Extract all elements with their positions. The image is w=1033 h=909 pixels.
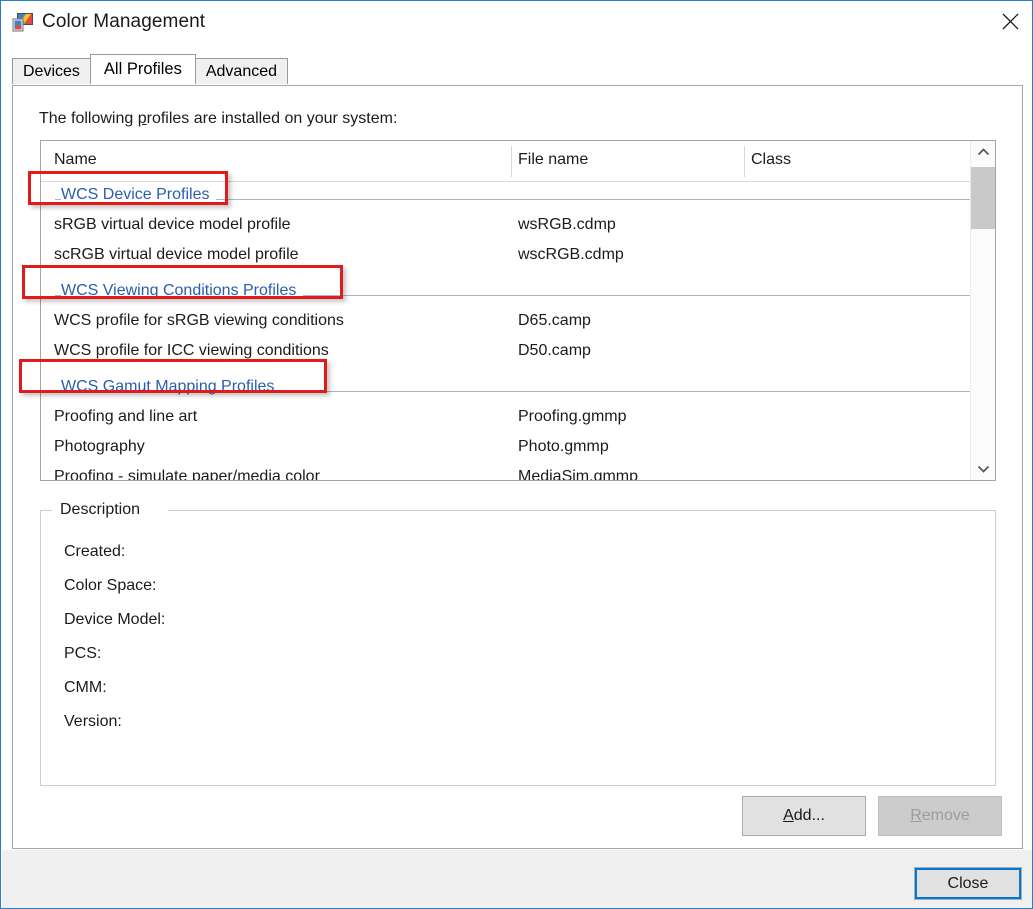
column-header-file-name[interactable]: File name (518, 151, 588, 169)
remove-button-label: Remove (910, 807, 970, 824)
group-label: WCS Device Profiles (61, 186, 217, 204)
tab-devices[interactable]: Devices (12, 58, 91, 84)
list-group-header[interactable]: WCS Viewing Conditions Profiles (41, 278, 995, 309)
color-management-window: Color Management Devices All Profiles Ad… (0, 0, 1033, 909)
cell-file-name: Proofing.gmmp (518, 408, 627, 425)
list-group-header[interactable]: WCS Device Profiles (41, 182, 995, 213)
scrollbar-thumb[interactable] (971, 167, 995, 229)
table-row[interactable]: Proofing and line art Proofing.gmmp (41, 405, 995, 435)
close-icon[interactable] (987, 2, 1032, 41)
cell-name: Proofing - simulate paper/media color (54, 468, 320, 480)
footer-bar: Close (2, 850, 1032, 908)
group-label: WCS Viewing Conditions Profiles (61, 282, 304, 300)
cell-file-name: MediaSim.gmmp (518, 468, 639, 480)
cell-file-name: D50.camp (518, 342, 591, 359)
description-border-segment (40, 510, 52, 511)
table-row[interactable]: scRGB virtual device model profile wscRG… (41, 243, 995, 273)
tab-advanced[interactable]: Advanced (194, 58, 289, 84)
cell-name: WCS profile for ICC viewing conditions (54, 342, 329, 359)
table-row[interactable]: sRGB virtual device model profile wsRGB.… (41, 213, 995, 243)
cell-file-name: D65.camp (518, 312, 591, 329)
chevron-down-icon[interactable] (971, 457, 995, 480)
cell-file-name: Photo.gmmp (518, 438, 609, 455)
cell-name: scRGB virtual device model profile (54, 246, 299, 263)
description-border-segment (168, 510, 996, 511)
window-title: Color Management (42, 11, 206, 32)
cell-name: Proofing and line art (54, 408, 198, 425)
table-row[interactable]: WCS profile for ICC viewing conditions D… (41, 339, 995, 369)
column-divider[interactable] (744, 146, 745, 177)
all-profiles-panel: The following profiles are installed on … (12, 85, 1023, 849)
description-field-device-model: Device Model: (64, 611, 166, 628)
color-management-icon (12, 11, 34, 33)
remove-button: Remove (878, 796, 1002, 836)
description-field-pcs: PCS: (64, 645, 102, 662)
list-body: WCS Device Profiles sRGB virtual device … (41, 182, 995, 480)
cell-name: WCS profile for sRGB viewing conditions (54, 312, 344, 329)
vertical-scrollbar[interactable] (970, 141, 995, 480)
description-field-color-space: Color Space: (64, 577, 157, 594)
list-group-header[interactable]: WCS Gamut Mapping Profiles (41, 374, 995, 405)
column-divider[interactable] (511, 146, 512, 177)
description-field-version: Version: (64, 713, 122, 730)
list-header: Name File name Class (41, 141, 995, 182)
description-title: Description (56, 501, 145, 519)
scrollbar-track[interactable] (971, 164, 995, 457)
column-header-name[interactable]: Name (54, 151, 97, 169)
profiles-list[interactable]: Name File name Class WCS Device Profiles… (40, 140, 996, 481)
cell-file-name: wsRGB.cdmp (518, 216, 616, 233)
tab-all-profiles[interactable]: All Profiles (89, 54, 196, 84)
table-row[interactable]: WCS profile for sRGB viewing conditions … (41, 309, 995, 339)
add-button-label: Add... (783, 807, 825, 824)
close-button[interactable]: Close (914, 867, 1022, 900)
tab-strip: Devices All Profiles Advanced (12, 54, 289, 84)
cell-name: Photography (54, 438, 145, 455)
cell-name: sRGB virtual device model profile (54, 216, 291, 233)
intro-label: The following profiles are installed on … (39, 110, 398, 127)
description-field-created: Created: (64, 543, 126, 560)
description-field-cmm: CMM: (64, 679, 107, 696)
cell-file-name: wscRGB.cdmp (518, 246, 624, 263)
column-header-class[interactable]: Class (751, 151, 791, 169)
add-button[interactable]: Add... (742, 796, 866, 836)
group-label: WCS Gamut Mapping Profiles (61, 378, 282, 396)
table-row[interactable]: Photography Photo.gmmp (41, 435, 995, 465)
description-group: Description Created: Color Space: Device… (40, 501, 996, 786)
table-row[interactable]: Proofing - simulate paper/media color Me… (41, 465, 995, 480)
description-border (40, 510, 996, 786)
chevron-up-icon[interactable] (971, 141, 995, 164)
title-bar: Color Management (2, 2, 1032, 41)
